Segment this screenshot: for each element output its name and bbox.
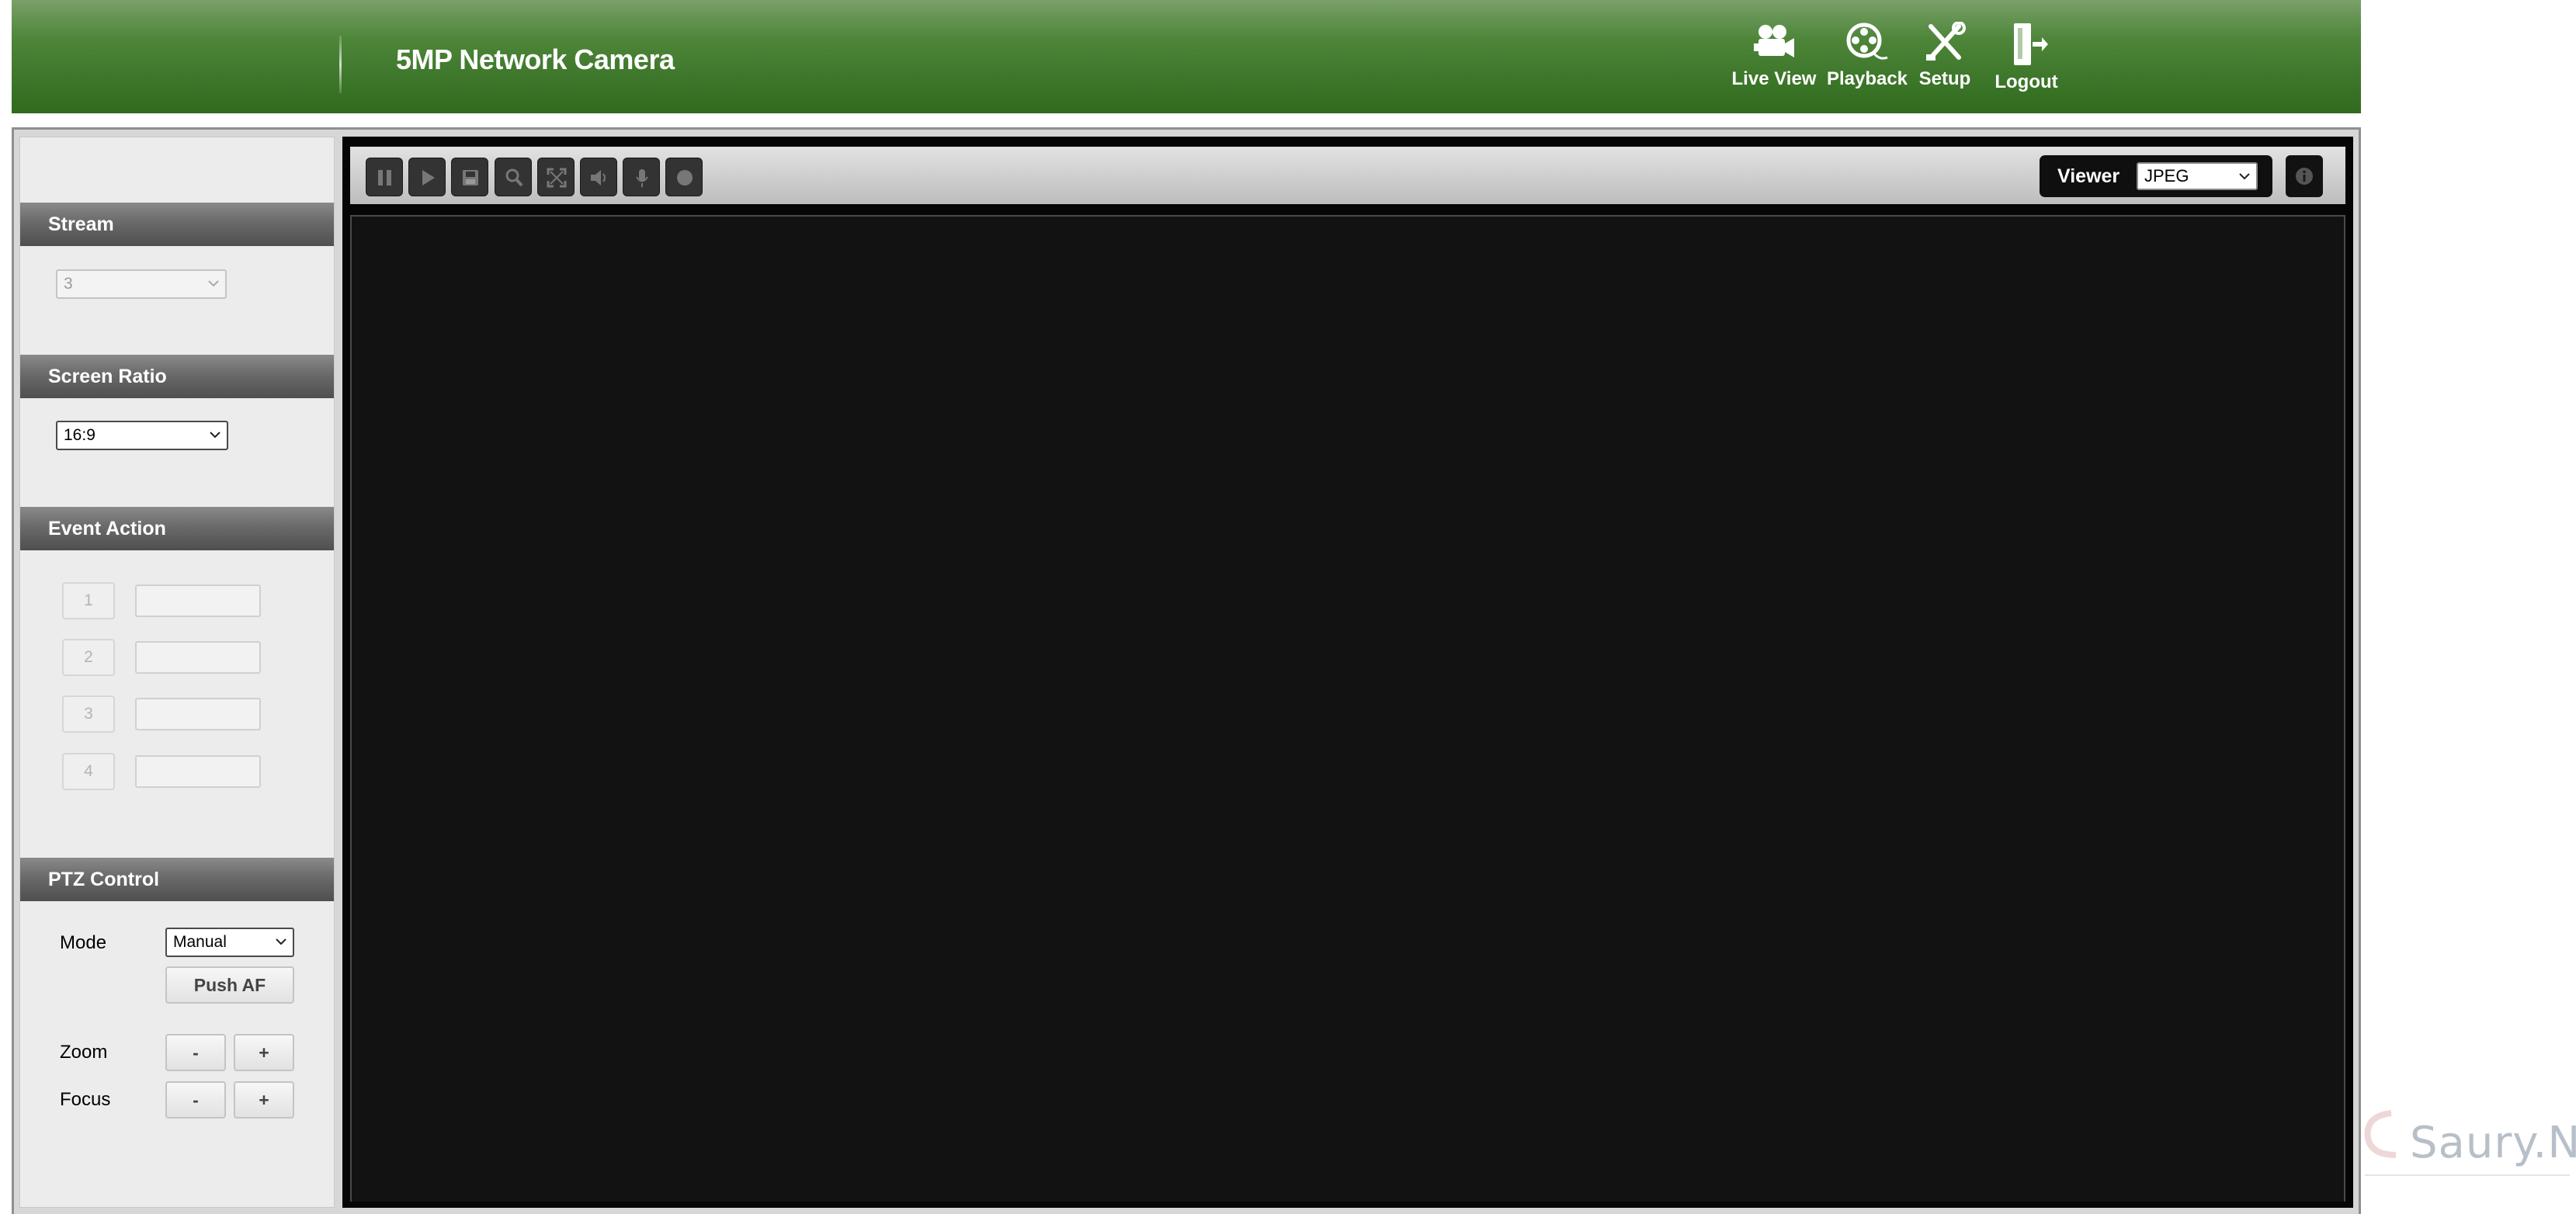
event-button-2[interactable]: 2 [62,639,115,676]
info-button[interactable] [2286,155,2323,197]
logout-door-icon [2014,23,2048,65]
microphone-button[interactable] [623,158,660,196]
tools-icon [1926,22,1966,61]
event-action-section-header: Event Action [20,507,334,550]
chevron-down-icon [2239,173,2250,180]
record-button[interactable] [665,158,703,196]
viewer-select-value: JPEG [2144,166,2189,186]
event-button-4[interactable]: 4 [62,753,115,790]
event-button-1[interactable]: 1 [62,582,115,619]
event-field-1 [135,584,261,617]
fullscreen-icon [547,168,567,188]
stream-select-value: 3 [64,275,73,293]
record-icon [677,170,693,186]
speaker-icon [591,170,606,186]
focus-label: Focus [60,1089,111,1110]
screen-ratio-value: 16:9 [64,426,95,444]
focus-far-button[interactable]: + [234,1081,294,1119]
zoom-out-button[interactable]: - [165,1034,226,1071]
sidebar: Stream 3 Screen Ratio 16:9 Event Action … [19,137,335,1208]
event-field-4 [135,755,261,788]
zoom-in-button[interactable]: + [234,1034,294,1071]
play-button[interactable] [408,158,446,196]
viewer-select[interactable]: JPEG [2137,162,2258,190]
pause-icon [378,170,391,186]
stream-section-header: Stream [20,203,334,246]
app-title: 5MP Network Camera [396,43,675,75]
event-field-2 [135,641,261,674]
ptz-mode-label: Mode [60,932,107,953]
zoom-icon [505,168,523,187]
stream-select[interactable]: 3 [56,269,227,299]
video-camera-icon [1754,25,1794,57]
header-bar: 5MP Network Camera Live View Playback Se… [12,0,2361,113]
nav-logout[interactable]: Logout [1976,22,2077,102]
info-icon [2296,168,2313,185]
nav-live-view-label: Live View [1731,68,1817,89]
screen-ratio-section-header: Screen Ratio [20,355,334,398]
video-display-area[interactable] [350,215,2345,1202]
ptz-section-header: PTZ Control [20,858,334,901]
fullscreen-button[interactable] [537,158,575,196]
microphone-icon [636,169,648,187]
zoom-button[interactable] [495,158,532,196]
watermark-text: Saury.Net [2410,1118,2576,1168]
header-divider [339,36,342,93]
save-icon [463,170,478,186]
nav-logout-label: Logout [1994,71,2058,92]
zoom-label: Zoom [60,1042,108,1063]
play-icon [422,170,435,186]
speaker-button[interactable] [580,158,617,196]
screen-ratio-select[interactable]: 16:9 [56,421,228,450]
event-button-3[interactable]: 3 [62,695,115,733]
save-button[interactable] [451,158,488,196]
event-field-3 [135,698,261,730]
nav-live-view[interactable]: Live View [1720,22,1828,102]
chevron-down-icon [210,432,220,439]
chevron-down-icon [208,280,219,287]
film-reel-icon [1846,23,1888,60]
focus-near-button[interactable]: - [165,1081,226,1119]
pause-button[interactable] [366,158,403,196]
chevron-down-icon [276,938,286,945]
ptz-mode-select[interactable]: Manual [165,928,294,957]
push-af-button[interactable]: Push AF [165,966,294,1004]
viewer-label: Viewer [2057,165,2120,187]
ptz-mode-value: Manual [173,933,227,951]
